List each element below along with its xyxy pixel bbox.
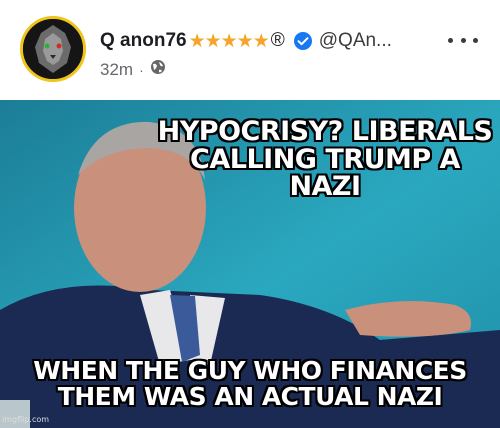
post-header: Q anon76 ★★★★★ ® @QAn... 32m ·: [0, 0, 500, 100]
author-line: Q anon76 ★★★★★ ® @QAn...: [100, 30, 392, 52]
meme-bottom-caption: WHEN THE GUY WHO FINANCES THEM WAS AN AC…: [33, 356, 467, 411]
author-stars: ★★★★★: [188, 30, 270, 52]
meme-top-caption: HYPOCRISY? LIBERALS CALLING TRUMP A NAZI: [157, 116, 493, 203]
verified-badge-icon: [293, 31, 313, 51]
author-name[interactable]: Q anon76: [100, 30, 187, 52]
author-avatar[interactable]: [20, 16, 86, 82]
author-handle[interactable]: @QAn...: [319, 30, 392, 52]
lion-avatar-image: [23, 19, 83, 79]
meta-separator: ·: [139, 61, 144, 78]
more-options-icon[interactable]: [448, 30, 478, 50]
post-meta: 32m ·: [100, 59, 166, 80]
imgflip-watermark: imgflip.com: [2, 415, 50, 424]
globe-icon[interactable]: [150, 59, 166, 80]
registered-mark: ®: [270, 30, 285, 51]
post-timestamp[interactable]: 32m: [100, 60, 133, 80]
